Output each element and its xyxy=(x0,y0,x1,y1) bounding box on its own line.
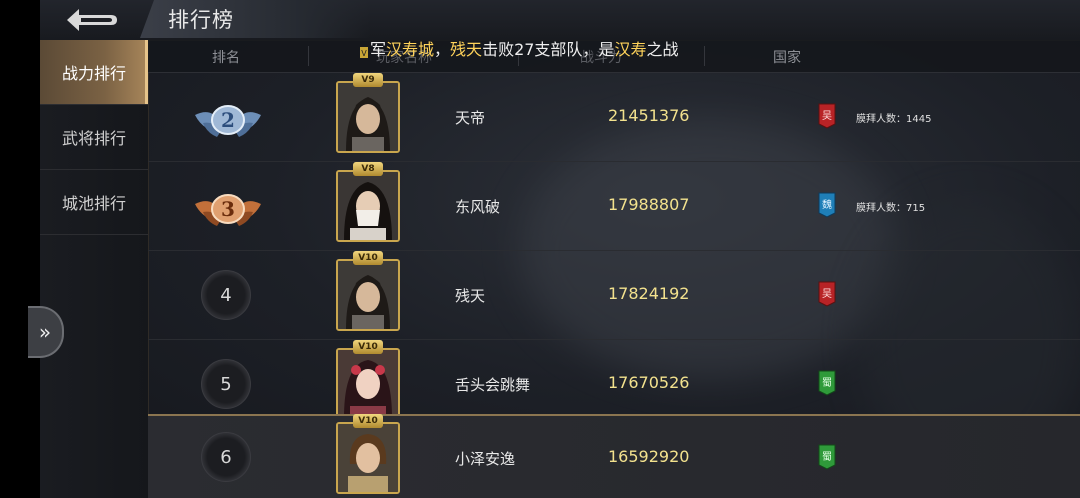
ticker-highlight: 残天 xyxy=(450,40,483,58)
power-value: 16592920 xyxy=(608,447,690,466)
country-flag-icon: 吴 xyxy=(818,103,836,129)
silver-rank-medal-icon: 2 xyxy=(195,105,261,137)
avatar-portrait-icon xyxy=(338,172,398,240)
svg-text:2: 2 xyxy=(221,108,235,132)
vip-badge: V10 xyxy=(353,414,383,428)
country-flag-icon: 吴 xyxy=(818,281,836,307)
leaderboard-row[interactable]: 2 V9 天帝 21451376 吴 膜拜人数：1445 xyxy=(148,73,1080,162)
sidebar-item-general-rank[interactable]: 武将排行 xyxy=(40,105,148,170)
vip-badge: V9 xyxy=(353,73,383,87)
ticker-highlight: 汉寿 xyxy=(614,40,647,58)
country-flag-icon: 蜀 xyxy=(818,370,836,396)
rank-number: 4 xyxy=(201,270,251,320)
own-leaderboard-row[interactable]: 6 V10 小泽安逸 16592920 蜀 xyxy=(148,414,1080,498)
player-name: 舌头会跳舞 xyxy=(455,376,531,394)
country-flag-icon: 蜀 xyxy=(818,444,836,470)
ticker-text: 击败27支部队，是 xyxy=(482,40,615,58)
power-value: 21451376 xyxy=(608,106,690,125)
page-title: 排行榜 xyxy=(168,8,234,32)
rank-number: 6 xyxy=(201,432,251,482)
player-avatar[interactable] xyxy=(336,81,400,153)
sidebar-item-label: 城池排行 xyxy=(61,194,126,213)
player-avatar[interactable] xyxy=(336,422,400,494)
bronze-rank-medal-icon: 3 xyxy=(195,194,261,226)
player-avatar[interactable] xyxy=(336,348,400,414)
column-header-rank: 排名 xyxy=(212,50,240,66)
sidebar-item-label: 武将排行 xyxy=(61,129,126,148)
power-value: 17670526 xyxy=(608,373,690,392)
category-sidebar: 战力排行 武将排行 城池排行 xyxy=(40,40,149,498)
sidebar-item-city-rank[interactable]: 城池排行 xyxy=(40,170,148,235)
player-avatar[interactable] xyxy=(336,170,400,242)
chevron-right-icon: » xyxy=(38,320,52,344)
svg-text:蜀: 蜀 xyxy=(822,377,832,389)
svg-text:魏: 魏 xyxy=(822,198,832,211)
vip-badge: V8 xyxy=(353,162,383,176)
player-name: 残天 xyxy=(455,287,486,305)
leaderboard-screen: 排行榜 V 军汉寿城，残天击败27支部队，是汉寿之战 战力排行 武将排行 城池排行… xyxy=(40,0,1080,498)
leaderboard-row[interactable]: 4 V10 残天 17824192 吴 xyxy=(148,251,1080,340)
leaderboard-row[interactable]: 3 V8 东风破 17988807 魏 膜拜人数：715 xyxy=(148,162,1080,251)
player-name: 东风破 xyxy=(455,198,501,216)
title-bar: 排行榜 xyxy=(40,0,1080,41)
rank-number: 5 xyxy=(201,359,251,409)
ticker-highlight: 汉寿城 xyxy=(386,40,435,58)
back-arrow-icon xyxy=(67,9,117,31)
player-name: 天帝 xyxy=(455,109,486,127)
svg-text:吴: 吴 xyxy=(822,288,832,300)
avatar-portrait-icon xyxy=(338,424,398,492)
avatar-portrait-icon xyxy=(338,350,398,414)
avatar-portrait-icon xyxy=(338,83,398,151)
worship-count: 膜拜人数：1445 xyxy=(856,114,932,125)
worship-count: 膜拜人数：715 xyxy=(856,203,926,214)
leaderboard-row[interactable]: 5 V10 舌头会跳舞 17670526 蜀 xyxy=(148,340,1080,415)
back-button[interactable] xyxy=(46,4,136,36)
svg-text:3: 3 xyxy=(221,197,235,221)
sidebar-item-power-rank[interactable]: 战力排行 xyxy=(40,40,148,105)
vip-badge: V10 xyxy=(353,251,383,265)
news-ticker: V 军汉寿城，残天击败27支部队，是汉寿之战 xyxy=(360,36,720,58)
ticker-badge: V xyxy=(360,47,368,58)
player-name: 小泽安逸 xyxy=(455,450,516,468)
header-divider xyxy=(308,46,309,66)
ticker-text: 之战 xyxy=(646,40,679,58)
country-flag-icon: 魏 xyxy=(818,192,836,218)
vip-badge: V10 xyxy=(353,340,383,354)
ticker-text: 军 xyxy=(370,40,387,58)
ticker-text: ， xyxy=(434,40,451,58)
sidebar-item-label: 战力排行 xyxy=(61,64,126,83)
avatar-portrait-icon xyxy=(338,261,398,329)
column-header-country: 国家 xyxy=(773,50,801,66)
svg-text:吴: 吴 xyxy=(822,110,832,122)
power-value: 17988807 xyxy=(608,195,690,214)
power-value: 17824192 xyxy=(608,284,690,303)
player-avatar[interactable] xyxy=(336,259,400,331)
svg-text:蜀: 蜀 xyxy=(822,451,832,463)
